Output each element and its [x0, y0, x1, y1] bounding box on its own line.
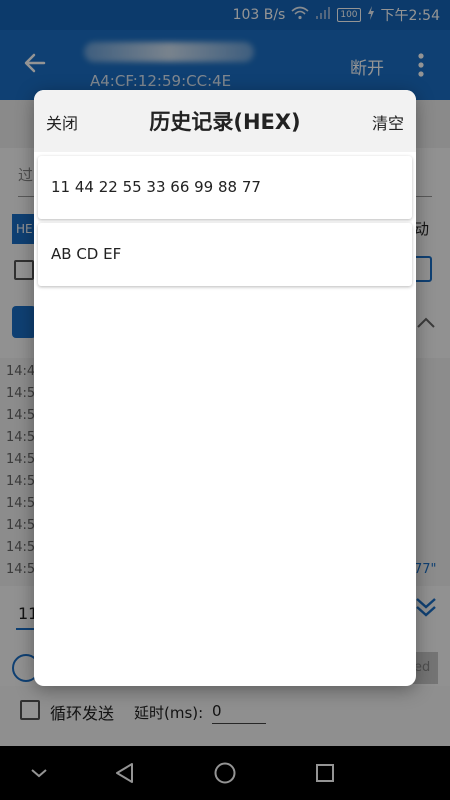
history-item-text: 11 44 22 55 33 66 99 88 77	[51, 178, 261, 196]
clear-button[interactable]: 清空	[372, 110, 404, 134]
history-item-text: AB CD EF	[51, 245, 122, 263]
dialog-title: 历史记录(HEX)	[149, 110, 301, 134]
history-item[interactable]: 11 44 22 55 33 66 99 88 77	[38, 156, 412, 219]
history-item[interactable]: AB CD EF	[38, 223, 412, 286]
dialog-header: 关闭 历史记录(HEX) 清空	[34, 90, 416, 152]
history-dialog: 关闭 历史记录(HEX) 清空 11 44 22 55 33 66 99 88 …	[34, 90, 416, 686]
